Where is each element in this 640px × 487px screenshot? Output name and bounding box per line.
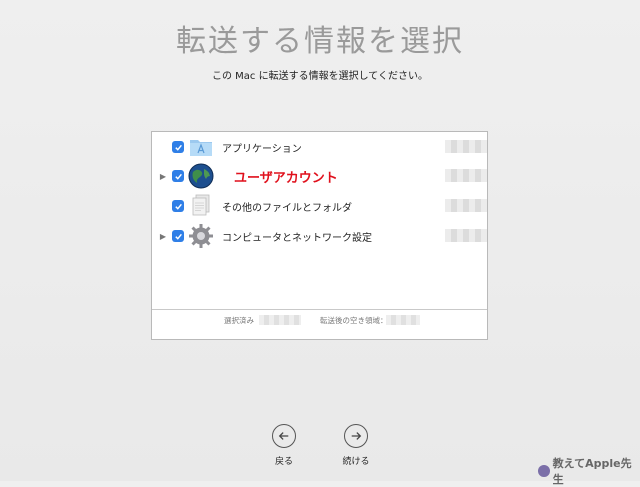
watermark: 教えてApple先生 (538, 455, 640, 487)
item-label-other-files: その他のファイルとフォルダ (222, 202, 352, 214)
list-item-applications[interactable]: アプリケーション (152, 133, 487, 161)
item-size-other-files (445, 199, 487, 212)
list-item-user-account[interactable]: ▶ ユーザアカウント (152, 162, 487, 190)
checkbox-applications[interactable] (172, 141, 184, 153)
watermark-text: 教えてApple先生 (552, 457, 632, 486)
space-summary-bar: 選択済み 転送後の空き領域： (152, 309, 487, 339)
item-size-applications (445, 140, 487, 153)
transfer-items-panel: アプリケーション ▶ ユーザアカウント その他のファイルとフォルダ ▶ コンピュ… (151, 131, 488, 340)
item-label-user-account: ユーザアカウント (234, 170, 338, 186)
continue-button-label: 続ける (342, 457, 370, 467)
checkbox-other-files[interactable] (172, 200, 184, 212)
documents-icon (187, 192, 215, 220)
free-space-label: 転送後の空き領域： (320, 316, 388, 325)
back-button-label: 戻る (274, 457, 293, 467)
selected-size-value (259, 315, 301, 325)
disclosure-triangle-icon[interactable]: ▶ (159, 172, 167, 181)
checkmark-icon (174, 233, 182, 240)
globe-user-icon (187, 162, 215, 190)
applications-folder-icon (187, 133, 215, 161)
selected-label: 選択済み (224, 316, 254, 325)
continue-button[interactable]: 続ける (326, 424, 386, 467)
back-arrow-icon (272, 424, 296, 448)
transfer-items-list: アプリケーション ▶ ユーザアカウント その他のファイルとフォルダ ▶ コンピュ… (152, 132, 487, 312)
checkmark-icon (174, 173, 182, 180)
watermark-logo-icon (538, 465, 550, 477)
checkmark-icon (174, 203, 182, 210)
checkmark-icon (174, 144, 182, 151)
forward-arrow-icon (344, 424, 368, 448)
checkbox-user-account[interactable] (172, 170, 184, 182)
item-size-network-settings (445, 229, 487, 242)
item-size-user-account (445, 169, 487, 182)
back-button[interactable]: 戻る (254, 424, 314, 467)
list-item-other-files[interactable]: その他のファイルとフォルダ (152, 192, 487, 220)
free-space-value (386, 315, 420, 325)
checkbox-network-settings[interactable] (172, 230, 184, 242)
item-label-applications: アプリケーション (222, 143, 302, 155)
item-label-network-settings: コンピュータとネットワーク設定 (222, 232, 372, 244)
disclosure-triangle-icon[interactable]: ▶ (159, 232, 167, 241)
page-subtitle: この Mac に転送する情報を選択してください。 (211, 71, 428, 82)
page-title: 転送する情報を選択 (176, 24, 464, 59)
list-item-network-settings[interactable]: ▶ コンピュータとネットワーク設定 (152, 222, 487, 250)
gear-icon (187, 222, 215, 250)
